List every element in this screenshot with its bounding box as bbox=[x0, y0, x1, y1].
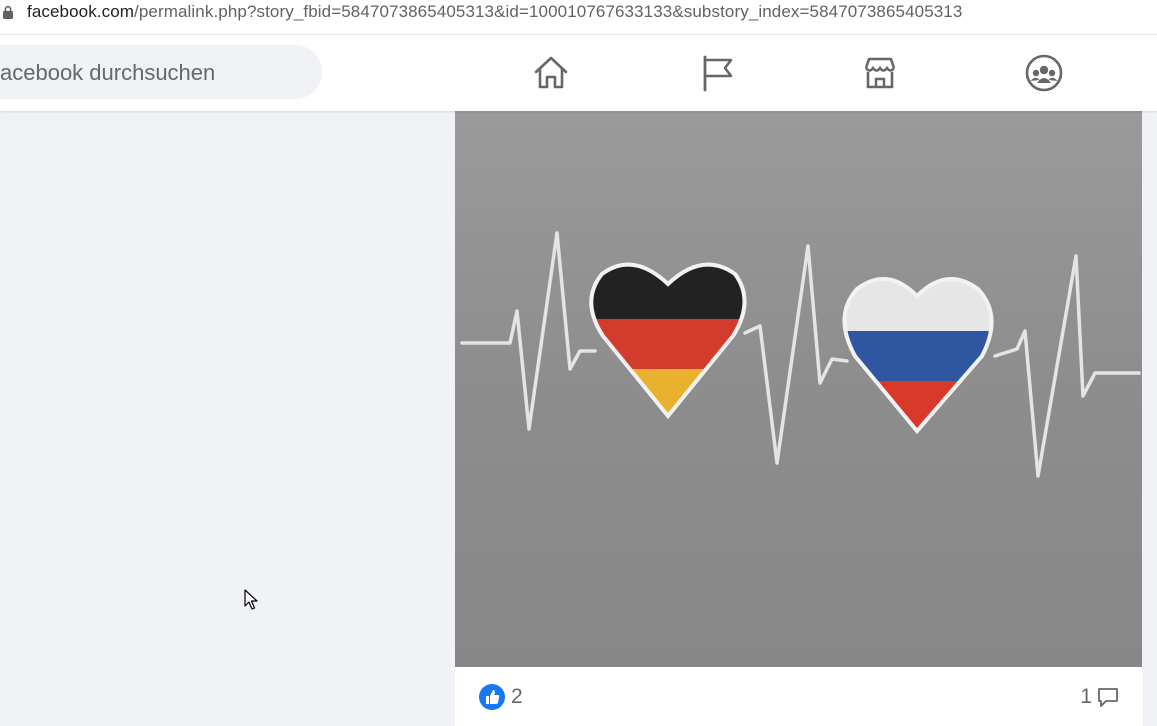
mouse-cursor-icon bbox=[244, 589, 258, 610]
search-placeholder[interactable]: acebook durchsuchen bbox=[0, 60, 215, 86]
url-text[interactable]: facebook.com/permalink.php?story_fbid=58… bbox=[27, 2, 962, 22]
like-reaction-icon[interactable] bbox=[479, 684, 505, 710]
comment-icon[interactable] bbox=[1096, 685, 1120, 709]
post-photo[interactable] bbox=[455, 111, 1142, 667]
url-path: /permalink.php?story_fbid=58470738654053… bbox=[134, 2, 963, 21]
post-reactions-bar: 2 1 bbox=[455, 667, 1142, 726]
flag-icon[interactable] bbox=[697, 53, 737, 93]
store-icon[interactable] bbox=[860, 53, 900, 93]
lock-icon bbox=[3, 5, 13, 19]
groups-icon[interactable] bbox=[1024, 53, 1064, 93]
home-icon[interactable] bbox=[531, 53, 571, 93]
like-count[interactable]: 2 bbox=[511, 685, 523, 709]
browser-address-bar[interactable]: facebook.com/permalink.php?story_fbid=58… bbox=[0, 0, 1157, 35]
facebook-header: acebook durchsuchen bbox=[0, 35, 1157, 111]
url-host: facebook.com bbox=[27, 2, 135, 21]
comment-count[interactable]: 1 bbox=[1080, 685, 1092, 709]
